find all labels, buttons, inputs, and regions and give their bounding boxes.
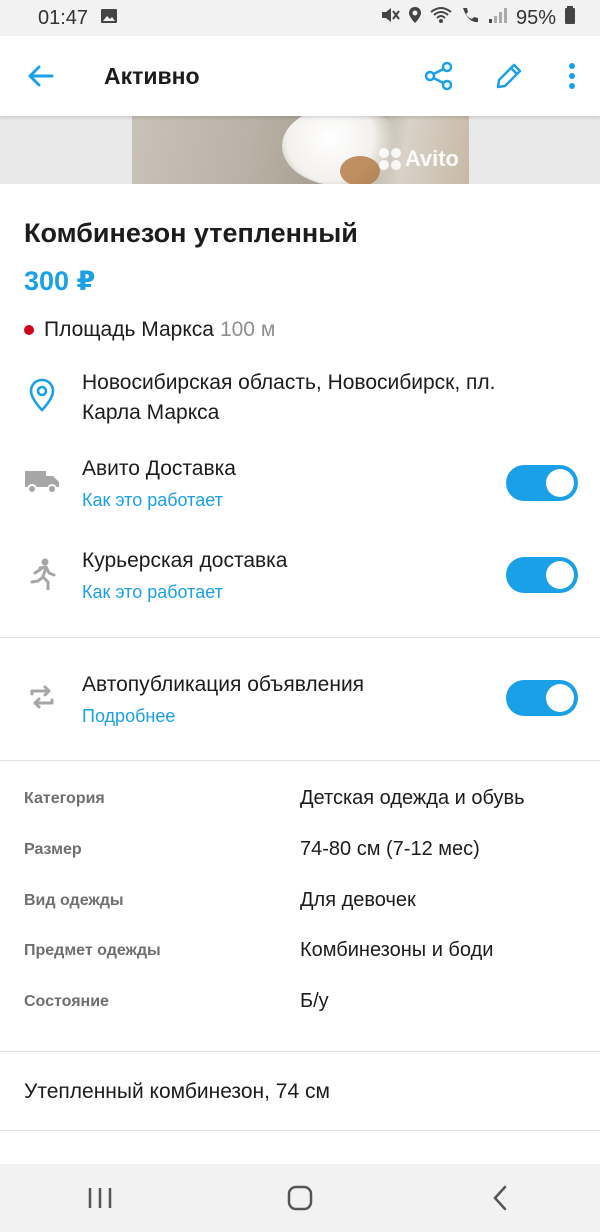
param-key: Размер — [24, 841, 82, 858]
recent-apps-button[interactable] — [50, 1164, 150, 1232]
param-value: 74-80 см (7-12 мес) — [300, 838, 480, 860]
courier-delivery-toggle[interactable] — [506, 557, 578, 593]
how-it-works-link[interactable]: Как это работает — [82, 582, 223, 603]
divider — [0, 1051, 600, 1052]
arrow-back-icon — [28, 65, 54, 87]
param-row: Предмет одежды Комбинезоны и боди — [0, 937, 600, 967]
system-back-button[interactable] — [450, 1164, 550, 1232]
call-icon — [460, 6, 480, 30]
divider — [0, 760, 600, 761]
param-value: Б/у — [300, 990, 329, 1012]
delivery-label: Курьерская доставка — [82, 549, 288, 572]
avito-watermark: Avito — [378, 146, 459, 172]
signal-icon — [488, 6, 508, 30]
image-icon — [100, 7, 118, 30]
recent-apps-icon — [88, 1188, 112, 1208]
more-vert-icon — [569, 63, 575, 89]
wifi-icon — [430, 6, 452, 30]
system-nav-bar — [0, 1164, 600, 1232]
battery-percent: 95% — [515, 6, 556, 29]
back-chevron-icon — [493, 1185, 507, 1211]
param-value: Для девочек — [300, 889, 416, 911]
param-row: Состояние Б/у — [0, 988, 600, 1018]
avito-delivery-toggle[interactable] — [506, 465, 578, 501]
metro-dot-icon — [24, 325, 34, 335]
param-key: Категория — [24, 790, 105, 807]
param-key: Предмет одежды — [24, 942, 161, 959]
listing-photo[interactable]: Avito — [132, 116, 469, 184]
pencil-icon — [496, 63, 522, 89]
delivery-label: Авито Доставка — [82, 457, 236, 480]
app-bar: Активно — [0, 36, 600, 116]
courier-icon — [22, 558, 62, 590]
more-info-link[interactable]: Подробнее — [82, 706, 175, 727]
edit-button[interactable] — [474, 36, 544, 116]
param-row: Категория Детская одежда и обувь — [0, 785, 600, 815]
share-icon — [424, 61, 453, 91]
divider — [0, 637, 600, 638]
truck-icon — [22, 468, 62, 494]
metro-station: Площадь Маркса 100 м — [24, 318, 275, 342]
autopublish-toggle[interactable] — [506, 680, 578, 716]
mute-icon — [380, 6, 400, 30]
param-value: Комбинезоны и боди — [300, 939, 494, 961]
avito-logo-icon — [378, 148, 401, 170]
divider — [0, 1130, 600, 1131]
status-time: 01:47 — [38, 6, 89, 29]
param-row: Вид одежды Для девочек — [0, 887, 600, 917]
param-key: Состояние — [24, 993, 109, 1010]
back-button[interactable] — [0, 36, 80, 116]
param-value: Детская одежда и обувь — [300, 787, 525, 809]
share-button[interactable] — [404, 36, 474, 116]
metro-station-name: Площадь Маркса — [44, 318, 214, 341]
address-text: Новосибирская область, Новосибирск, пл. … — [82, 371, 496, 424]
param-row: Размер 74-80 см (7-12 мес) — [0, 836, 600, 866]
more-button[interactable] — [544, 36, 600, 116]
page-title: Активно — [104, 62, 200, 89]
listing-price: 300 ₽ — [24, 266, 96, 296]
home-icon — [287, 1185, 313, 1211]
how-it-works-link[interactable]: Как это работает — [82, 490, 223, 511]
param-key: Вид одежды — [24, 892, 124, 909]
home-button[interactable] — [250, 1164, 350, 1232]
location-pin-icon — [22, 378, 62, 412]
listing-description: Утепленный комбинезон, 74 см — [24, 1080, 330, 1103]
autopublish-label: Автопубликация объявления — [82, 673, 365, 696]
listing-title: Комбинезон утепленный — [24, 218, 358, 248]
repeat-icon — [22, 682, 62, 712]
metro-distance: 100 м — [219, 318, 276, 341]
status-bar: 01:47 95% — [0, 0, 600, 36]
location-icon — [408, 6, 422, 30]
photo-gallery[interactable]: Avito — [0, 116, 600, 184]
battery-icon — [564, 6, 576, 30]
